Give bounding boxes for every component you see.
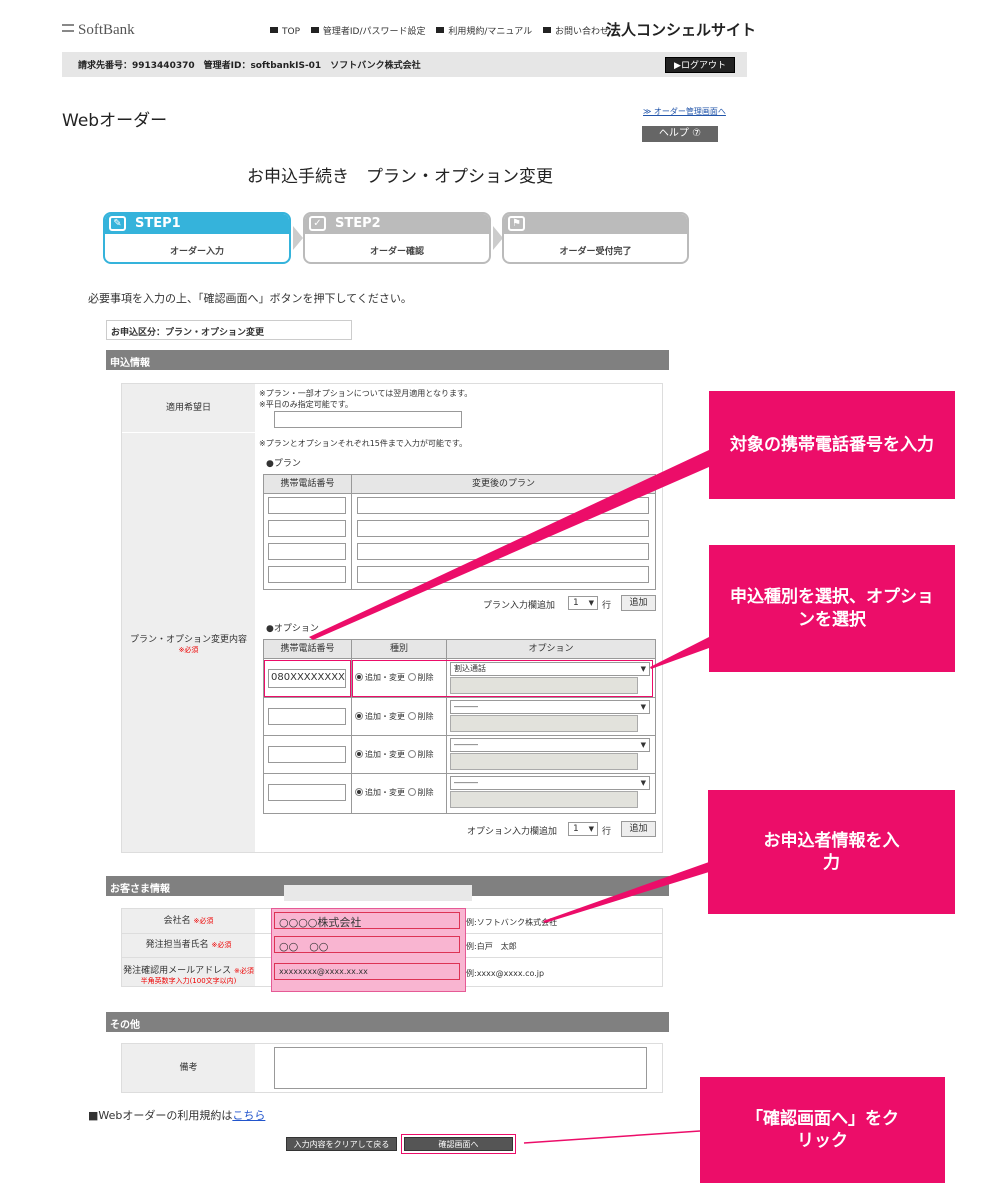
arrow-option [650,637,709,669]
callout-customer: お申込者情報を入力 [708,790,955,914]
callout-confirm: 「確認画面へ」をクリック [700,1077,945,1183]
arrow-customer [543,862,709,923]
arrow-confirm [523,1130,701,1144]
callout-phone: 対象の携帯電話番号を入力 [709,391,955,499]
callout-option: 申込種別を選択、オプションを選択 [709,545,955,672]
arrow-phone [309,450,709,640]
